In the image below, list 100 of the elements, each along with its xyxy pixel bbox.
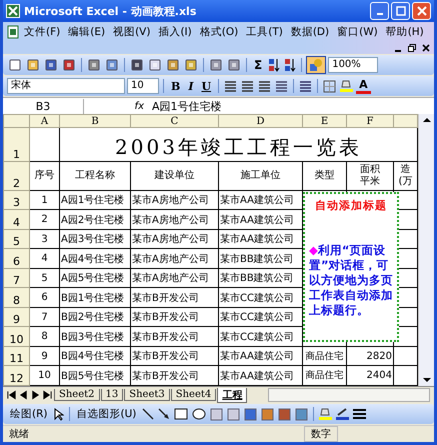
table-cell: 5 <box>30 268 60 288</box>
sort-descending-icon[interactable] <box>284 58 296 72</box>
close-icon[interactable] <box>422 44 430 52</box>
row-header[interactable]: 6 <box>4 248 30 268</box>
rectangle-icon[interactable] <box>174 408 188 420</box>
table-cell: 某市BB建筑公司 <box>218 248 302 268</box>
zoom-field[interactable]: 100% <box>328 57 378 73</box>
drawing-toggle-button[interactable] <box>306 56 326 74</box>
row-header[interactable]: 4 <box>4 210 30 230</box>
font-name-field[interactable]: 宋体 <box>7 78 125 94</box>
column-heading: 面积 平米 <box>346 162 394 190</box>
formula-field[interactable]: A园1号住宅楼 <box>152 98 434 114</box>
row-header[interactable]: 10 <box>4 326 30 346</box>
line-style-icon[interactable] <box>353 408 366 420</box>
oval-icon[interactable] <box>192 408 206 420</box>
tab-scroll-icon[interactable] <box>6 389 17 401</box>
sheet-tab[interactable]: 工程 <box>217 388 248 402</box>
menu-item[interactable]: 格式(O) <box>196 25 242 39</box>
table-cell: B园1号住宅楼 <box>60 288 130 308</box>
sheet-tab[interactable]: Sheet4 <box>170 389 216 401</box>
fill-color-icon[interactable] <box>319 407 332 421</box>
table-cell: B园4号住宅楼 <box>60 346 130 366</box>
minimize-icon <box>376 13 382 15</box>
menu-item[interactable]: 视图(V) <box>109 25 154 39</box>
menu-item[interactable]: 工具(T) <box>242 25 287 39</box>
sort-ascending-icon[interactable] <box>268 58 280 72</box>
table-cell: 某市CC建筑公司 <box>218 288 302 308</box>
table-cell: 某市AA建筑公司 <box>218 210 302 230</box>
fill-color-icon[interactable] <box>340 79 354 93</box>
tab-scroll-icon[interactable] <box>42 389 53 401</box>
line-color-icon[interactable] <box>336 407 350 421</box>
table-cell: 8 <box>30 326 60 346</box>
row-header[interactable]: 12 <box>4 366 30 386</box>
autoshapes-menu-button[interactable]: 自选图形(U) <box>74 407 140 421</box>
menu-item[interactable]: 插入(I) <box>154 25 196 39</box>
table-cell: 某市A房地产公司 <box>130 210 218 230</box>
row-header[interactable]: 9 <box>4 307 30 327</box>
restore-icon[interactable] <box>408 44 416 52</box>
insert-function-button[interactable]: fx <box>84 100 152 112</box>
borders-icon[interactable] <box>323 80 336 92</box>
table-cell: 4 <box>30 248 60 268</box>
menu-item[interactable]: 帮助(H) <box>382 25 428 39</box>
font-size-field[interactable]: 10 <box>127 78 159 94</box>
row-header[interactable]: 11 <box>4 346 30 366</box>
table-cell: A园2号住宅楼 <box>60 210 130 230</box>
table-cell: 2 <box>30 210 60 230</box>
table-cell: 某市A房地产公司 <box>130 229 218 249</box>
column-heading: 工程名称 <box>60 162 130 190</box>
column-header[interactable]: C <box>130 114 218 128</box>
column-heading: 施工单位 <box>218 162 302 190</box>
tab-scroll-icon[interactable] <box>30 389 41 401</box>
status-mode: 数字 <box>304 426 338 442</box>
autosum-button[interactable]: Σ <box>251 58 266 72</box>
column-heading: 类型 <box>302 162 346 190</box>
row-header[interactable]: 8 <box>4 288 30 308</box>
vertical-scrollbar[interactable] <box>418 114 434 386</box>
close-icon <box>416 6 426 16</box>
sheet-tab[interactable]: Sheet3 <box>124 389 170 401</box>
table-cell: A园1号住宅楼 <box>60 190 130 210</box>
column-header[interactable]: A <box>30 114 60 128</box>
sheet-tab[interactable]: 13 <box>100 389 124 401</box>
table-cell: 商品住宅 <box>302 346 346 366</box>
column-header[interactable]: E <box>302 114 346 128</box>
drawing-menu-button[interactable]: 绘图(R) <box>7 407 50 421</box>
horizontal-scrollbar[interactable] <box>268 388 430 402</box>
maximize-icon <box>396 6 406 16</box>
row-header[interactable]: 2 <box>4 162 30 190</box>
font-color-button[interactable]: A <box>356 78 371 94</box>
table-cell: 3 <box>30 229 60 249</box>
menu-item[interactable]: 编辑(E) <box>64 25 110 39</box>
sheet-tab[interactable]: Sheet2 <box>54 389 100 401</box>
italic-button[interactable]: I <box>185 80 196 92</box>
pointer-icon[interactable] <box>54 408 64 420</box>
menu-item[interactable]: 数据(D) <box>286 25 334 39</box>
comment-text: ◆利用“页面设置”对话框，可以方便地为多页工作表自动添加上标题行。 <box>309 243 393 318</box>
row-header[interactable]: 1 <box>4 128 30 162</box>
table-title: 2003年竣工工程一览表 <box>60 128 418 162</box>
row-header[interactable]: 5 <box>4 229 30 249</box>
column-header[interactable]: D <box>218 114 302 128</box>
maximize-button[interactable] <box>391 2 410 20</box>
menu-item[interactable]: 文件(F) <box>20 25 64 39</box>
column-header[interactable]: B <box>60 114 130 128</box>
table-cell: A园3号住宅楼 <box>60 229 130 249</box>
line-icon[interactable] <box>142 408 154 420</box>
column-header[interactable]: F <box>346 114 394 128</box>
table-cell: A园4号住宅楼 <box>60 248 130 268</box>
arrow-icon[interactable] <box>158 408 170 420</box>
align-left-icon[interactable] <box>224 80 238 92</box>
tab-scroll-icon[interactable] <box>18 389 29 401</box>
minimize-button[interactable] <box>370 2 389 20</box>
align-right-icon[interactable] <box>258 80 272 92</box>
underline-button[interactable]: U <box>198 80 214 92</box>
row-header[interactable]: 7 <box>4 268 30 288</box>
row-header[interactable]: 3 <box>4 190 30 210</box>
table-cell: A园5号住宅楼 <box>60 268 130 288</box>
menu-item[interactable]: 窗口(W) <box>333 25 382 39</box>
document-icon <box>6 25 20 39</box>
close-button[interactable] <box>412 2 431 20</box>
align-center-icon[interactable] <box>241 80 254 92</box>
bold-button[interactable]: B <box>168 80 184 92</box>
